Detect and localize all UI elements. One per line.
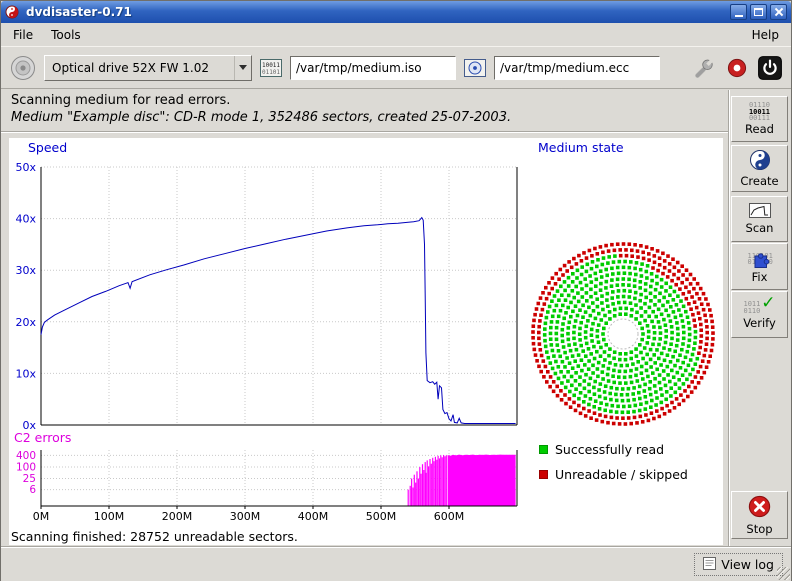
svg-text:100M: 100M	[94, 510, 125, 523]
speed-chart-title: Speed	[28, 140, 67, 155]
iso-path-input[interactable]	[290, 56, 456, 80]
preferences-wrench-icon[interactable]	[691, 55, 717, 81]
svg-text:400: 400	[16, 450, 36, 462]
ecc-file-icon	[463, 57, 487, 79]
svg-text:10x: 10x	[15, 367, 36, 380]
fix-button[interactable]: 110101 011010 Fix	[731, 243, 788, 290]
yin-yang-create-icon	[749, 149, 771, 174]
svg-text:0M: 0M	[33, 510, 50, 523]
horizontal-separator	[1, 131, 728, 133]
menu-file[interactable]: File	[4, 25, 42, 45]
statusbar: View log	[1, 547, 791, 581]
read-button-label: Read	[745, 123, 774, 136]
read-button[interactable]: 01110 10011 00111 Read	[731, 96, 788, 142]
create-button[interactable]: Create	[731, 145, 788, 192]
svg-text:20x: 20x	[15, 316, 36, 329]
svg-text:300M: 300M	[230, 510, 261, 523]
svg-text:01101: 01101	[262, 69, 280, 76]
log-red-ring-icon[interactable]	[724, 55, 750, 81]
scan-button-label: Scan	[746, 222, 774, 235]
toolbar: Optical drive 52X FW 1.02 10011 01101	[1, 46, 791, 89]
scan-result-text: Scanning finished: 28752 unreadable sect…	[11, 529, 298, 544]
binary-read-icon: 01110 10011 00111	[749, 102, 770, 122]
close-button[interactable]	[770, 4, 787, 20]
verify-check-icon: 1011 0110 ✓	[744, 299, 776, 316]
legend-read-label: Successfully read	[555, 442, 664, 457]
status-line-medium-info: Medium "Example disc": CD-R mode 1, 3524…	[11, 110, 511, 125]
menu-tools[interactable]: Tools	[42, 25, 90, 45]
svg-text:40x: 40x	[15, 213, 36, 226]
log-list-icon	[703, 557, 716, 573]
app-logo-icon	[5, 5, 19, 19]
verify-button[interactable]: 1011 0110 ✓ Verify	[731, 291, 788, 338]
minimize-icon	[735, 15, 743, 17]
stop-button-label: Stop	[746, 523, 772, 536]
view-log-button[interactable]: View log	[694, 553, 783, 576]
unreadable-color-swatch	[539, 470, 548, 479]
svg-text:30x: 30x	[15, 264, 36, 277]
c2-errors-title: C2 errors	[14, 430, 71, 445]
charts-canvas: 0x10x20x30x40x50x4001002560M100M200M300M…	[9, 138, 723, 545]
svg-text:6: 6	[29, 484, 36, 496]
check-icon: ✓	[761, 295, 775, 312]
maximize-button[interactable]	[750, 4, 767, 20]
svg-text:100: 100	[16, 462, 36, 474]
vertical-separator	[728, 90, 730, 547]
menubar: File Tools Help	[1, 23, 791, 46]
drive-select[interactable]: Optical drive 52X FW 1.02	[44, 55, 252, 81]
titlebar[interactable]: dvdisaster-0.71	[1, 1, 791, 23]
charts-panel: 0x10x20x30x40x50x4001002560M100M200M300M…	[9, 138, 723, 545]
svg-text:10011: 10011	[262, 62, 280, 69]
legend-unreadable: Unreadable / skipped	[539, 467, 688, 482]
window-title: dvdisaster-0.71	[26, 5, 727, 19]
scan-chart-icon	[749, 203, 771, 221]
legend-successfully-read: Successfully read	[539, 442, 664, 457]
create-button-label: Create	[740, 175, 778, 188]
puzzle-fix-icon: 110101 011010	[747, 250, 773, 270]
menu-help[interactable]: Help	[743, 25, 788, 45]
app-window: { "window": { "title": "dvdisaster-0.71"…	[0, 0, 792, 581]
read-color-swatch	[539, 445, 548, 454]
svg-text:500M: 500M	[366, 510, 397, 523]
svg-text:600M: 600M	[434, 510, 465, 523]
maximize-icon	[754, 8, 763, 16]
stop-button[interactable]: Stop	[731, 491, 788, 539]
verify-button-label: Verify	[743, 317, 776, 330]
resize-grip[interactable]	[777, 567, 790, 580]
legend-unreadable-label: Unreadable / skipped	[555, 467, 688, 482]
svg-text:200M: 200M	[162, 510, 193, 523]
optical-drive-icon	[9, 54, 37, 82]
svg-text:400M: 400M	[298, 510, 329, 523]
iso-file-binary-icon: 10011 01101	[259, 57, 283, 79]
chevron-down-icon	[234, 56, 251, 80]
drive-select-value: Optical drive 52X FW 1.02	[52, 61, 234, 75]
scan-button[interactable]: Scan	[731, 196, 788, 242]
view-log-label: View log	[721, 557, 774, 572]
stop-x-icon	[747, 494, 772, 522]
status-line-primary: Scanning medium for read errors.	[11, 93, 230, 108]
minimize-button[interactable]	[730, 4, 747, 20]
close-icon	[774, 7, 784, 17]
svg-text:50x: 50x	[15, 161, 36, 174]
quit-power-icon[interactable]	[757, 55, 783, 81]
ecc-path-input[interactable]	[494, 56, 660, 80]
medium-state-title: Medium state	[538, 140, 624, 155]
fix-button-label: Fix	[752, 271, 768, 284]
